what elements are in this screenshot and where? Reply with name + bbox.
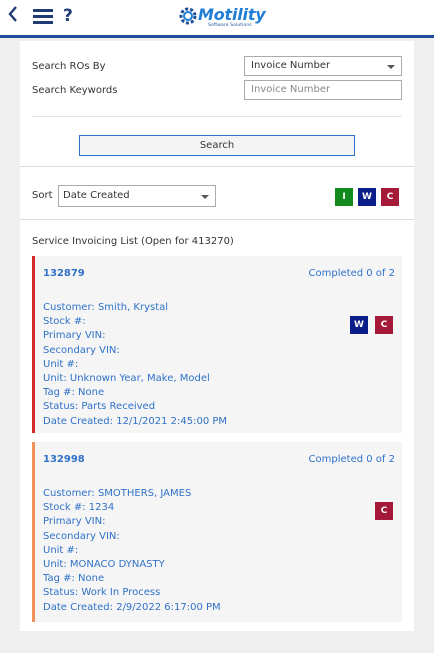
- main-panel: Search ROs By Invoice Number Search Keyw…: [20, 41, 414, 631]
- chevron-down-icon: [201, 195, 209, 199]
- list-title: Service Invoicing List (Open for 413270): [32, 236, 234, 247]
- completed-badge[interactable]: C: [375, 502, 393, 520]
- customer-field: Customer: Smith, Krystal: [43, 302, 169, 313]
- chevron-down-icon: [387, 65, 395, 69]
- brand-tagline: Software Solutions: [208, 23, 252, 28]
- date-created-field: Date Created: 2/9/2022 6:17:00 PM: [43, 601, 221, 613]
- divider: [32, 116, 402, 117]
- status-field: Status: Parts Received: [43, 401, 156, 413]
- gear-icon: [178, 6, 198, 30]
- unit-number-field: Unit #:: [43, 358, 79, 370]
- app-header: ? Motility Software Solutions: [0, 0, 434, 38]
- primary-vin-field: Primary VIN:: [43, 516, 106, 528]
- customer-field: Customer: SMOTHERS, JAMES: [43, 488, 192, 499]
- search-card: Search ROs By Invoice Number Search Keyw…: [20, 41, 414, 167]
- sort-bar: Sort Date Created I W C: [20, 168, 414, 220]
- list-item[interactable]: 132879 Completed 0 of 2 Customer: Smith,…: [32, 256, 402, 433]
- filter-work-button[interactable]: W: [358, 188, 376, 206]
- sort-label: Sort: [32, 190, 53, 201]
- ro-details: Customer: Smith, Krystal Stock #: Primar…: [43, 301, 227, 429]
- search-by-label: Search ROs By: [32, 61, 106, 72]
- sort-select[interactable]: Date Created: [58, 185, 216, 207]
- filter-completed-button[interactable]: C: [381, 188, 399, 206]
- date-created-field: Date Created: 12/1/2021 2:45:00 PM: [43, 415, 228, 427]
- list-item[interactable]: 132998 Completed 0 of 2 Customer: SMOTHE…: [32, 442, 402, 622]
- secondary-vin-field: Secondary VIN:: [43, 530, 120, 542]
- unit-field: Unit: MONACO DYNASTY: [43, 559, 165, 571]
- stock-field: Stock #: 1234: [43, 502, 115, 514]
- menu-hamburger-icon[interactable]: [33, 9, 53, 29]
- completion-status: Completed 0 of 2: [308, 268, 395, 279]
- ro-number-link[interactable]: 132879: [43, 268, 85, 279]
- brand-name: Motility: [198, 5, 266, 24]
- ro-number-link[interactable]: 132998: [43, 454, 85, 465]
- unit-field: Unit: Unknown Year, Make, Model: [43, 373, 210, 385]
- tag-field: Tag #: None: [43, 573, 105, 585]
- search-keywords-input[interactable]: Invoice Number: [244, 80, 402, 100]
- ro-details: Customer: SMOTHERS, JAMES Stock #: 1234 …: [43, 487, 221, 615]
- back-chevron-icon[interactable]: [7, 5, 19, 27]
- completed-badge[interactable]: C: [375, 316, 393, 334]
- sort-value: Date Created: [63, 190, 130, 201]
- help-icon[interactable]: ?: [63, 6, 73, 26]
- filter-invoiced-button[interactable]: I: [335, 188, 353, 206]
- motility-logo: Motility Software Solutions: [178, 5, 268, 33]
- status-field: Status: Work In Process: [43, 587, 161, 599]
- search-button[interactable]: Search: [79, 135, 355, 156]
- search-by-select[interactable]: Invoice Number: [244, 56, 402, 76]
- stock-field: Stock #:: [43, 316, 86, 328]
- primary-vin-field: Primary VIN:: [43, 330, 106, 342]
- unit-number-field: Unit #:: [43, 544, 79, 556]
- work-badge[interactable]: W: [350, 316, 368, 334]
- completion-status: Completed 0 of 2: [308, 454, 395, 465]
- secondary-vin-field: Secondary VIN:: [43, 344, 120, 356]
- tag-field: Tag #: None: [43, 387, 105, 399]
- search-keywords-label: Search Keywords: [32, 85, 118, 96]
- search-by-value: Invoice Number: [251, 60, 331, 71]
